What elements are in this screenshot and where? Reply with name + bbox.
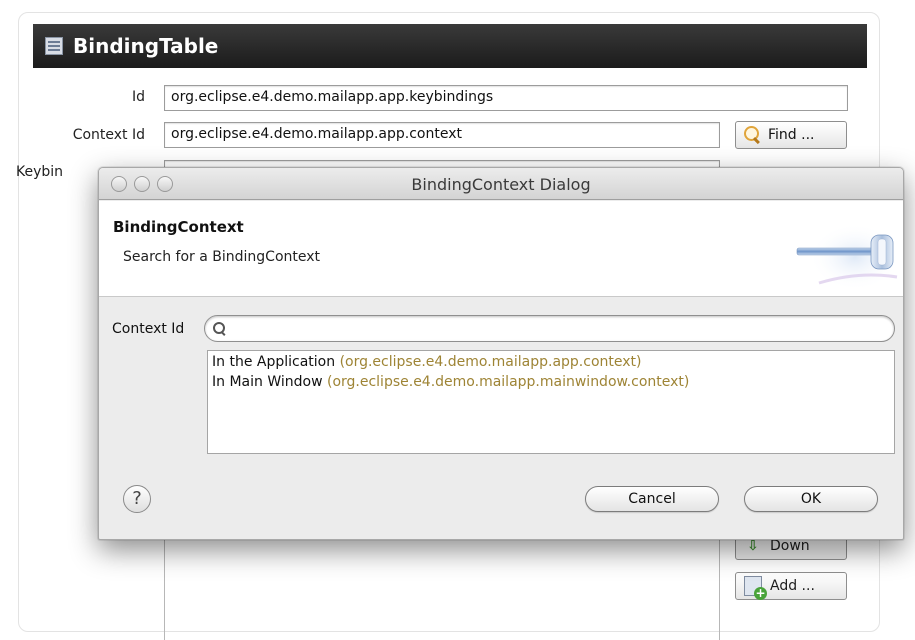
- magnifier-icon: [744, 126, 762, 144]
- list-item[interactable]: In Main Window (org.eclipse.e4.demo.mail…: [208, 372, 894, 392]
- find-button[interactable]: Find ...: [735, 121, 847, 149]
- result-id: (org.eclipse.e4.demo.mailapp.app.context…: [339, 354, 642, 370]
- id-field[interactable]: org.eclipse.e4.demo.mailapp.app.keybindi…: [164, 85, 848, 111]
- result-id: (org.eclipse.e4.demo.mailapp.mainwindow.…: [326, 374, 690, 390]
- id-label: Id: [131, 89, 145, 105]
- editor-header: BindingTable: [33, 24, 867, 68]
- add-icon: [744, 576, 767, 600]
- down-button-label: Down: [770, 538, 810, 554]
- help-button[interactable]: ?: [123, 485, 151, 513]
- dialog-header: BindingContext Search for a BindingConte…: [99, 201, 903, 297]
- cancel-button[interactable]: Cancel: [585, 486, 719, 512]
- help-icon: ?: [132, 488, 142, 509]
- search-icon: [213, 322, 227, 336]
- key-graphic: [796, 223, 899, 291]
- add-button-label: Add ...: [770, 578, 815, 594]
- context-search-input[interactable]: [231, 319, 881, 339]
- dialog-window-title: BindingContext Dialog: [411, 175, 591, 194]
- dialog-header-description: Search for a BindingContext: [123, 249, 321, 265]
- ok-button[interactable]: OK: [744, 486, 878, 512]
- arrow-down-icon: ⇩: [747, 538, 759, 554]
- context-id-field[interactable]: org.eclipse.e4.demo.mailapp.app.context: [164, 122, 720, 148]
- context-results-list[interactable]: In the Application (org.eclipse.e4.demo.…: [207, 350, 895, 454]
- context-id-label: Context Id: [72, 127, 145, 143]
- add-button[interactable]: Add ...: [735, 572, 847, 600]
- list-item[interactable]: In the Application (org.eclipse.e4.demo.…: [208, 352, 894, 372]
- binding-context-dialog: BindingContext Dialog BindingContext Sea…: [98, 167, 904, 540]
- dialog-titlebar[interactable]: BindingContext Dialog: [99, 168, 903, 200]
- keybindings-label: Keybin: [16, 164, 64, 180]
- result-name: In the Application: [212, 354, 336, 370]
- dialog-header-title: BindingContext: [113, 218, 244, 236]
- editor-title: BindingTable: [73, 34, 219, 58]
- dialog-context-id-label: Context Id: [112, 321, 185, 337]
- context-search-field[interactable]: [204, 315, 895, 342]
- result-name: In Main Window: [212, 374, 323, 390]
- table-icon: [45, 37, 63, 55]
- find-button-label: Find ...: [768, 127, 815, 143]
